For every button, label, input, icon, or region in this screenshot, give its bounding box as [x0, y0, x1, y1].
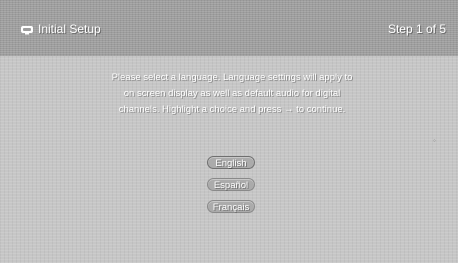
setup-screen: Initial Setup Step 1 of 5 Please select …	[0, 0, 458, 263]
language-option-espanol[interactable]: Español	[207, 178, 255, 191]
instructions-line: on screen display as well as default aud…	[123, 88, 341, 99]
language-option-english[interactable]: English	[207, 156, 255, 169]
language-option-francais[interactable]: Français	[207, 200, 255, 213]
scroll-indicator-icon: ◦	[433, 136, 436, 145]
page-title: Initial Setup	[38, 22, 101, 36]
instructions-text: Please select a language. Language setti…	[100, 70, 364, 118]
instructions-line: Please select a language. Language setti…	[111, 72, 353, 83]
header-bar: Initial Setup Step 1 of 5	[0, 0, 458, 56]
instructions-line: channels. Highlight a choice and press →…	[118, 104, 346, 115]
tv-icon	[21, 26, 33, 35]
step-indicator: Step 1 of 5	[387, 22, 446, 36]
